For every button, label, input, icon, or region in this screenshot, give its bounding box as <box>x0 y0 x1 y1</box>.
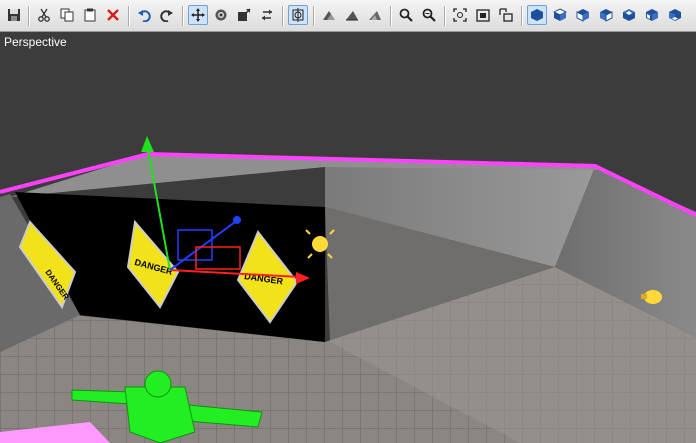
move-icon[interactable] <box>188 5 208 25</box>
terrain-icon[interactable] <box>319 5 339 25</box>
copy-icon[interactable] <box>57 5 77 25</box>
terrain-icon[interactable] <box>342 5 362 25</box>
snap-icon[interactable] <box>288 5 308 25</box>
cube-icon[interactable] <box>550 5 570 25</box>
cube-icon[interactable] <box>642 5 662 25</box>
restore-icon[interactable] <box>496 5 516 25</box>
terrain-icon[interactable] <box>365 5 385 25</box>
delete-icon[interactable] <box>103 5 123 25</box>
zoom-out-icon[interactable] <box>419 5 439 25</box>
save-icon[interactable] <box>4 5 24 25</box>
cube-icon[interactable] <box>573 5 593 25</box>
cube-icon[interactable] <box>619 5 639 25</box>
redo-icon[interactable] <box>157 5 177 25</box>
rotate-icon[interactable] <box>211 5 231 25</box>
cube-icon[interactable] <box>596 5 616 25</box>
cube-icon[interactable] <box>527 5 547 25</box>
perspective-viewport[interactable]: DANGER DANGER DANGER Perspective <box>0 32 696 443</box>
frame-icon[interactable] <box>450 5 470 25</box>
cut-icon[interactable] <box>34 5 54 25</box>
scene: DANGER DANGER DANGER <box>0 32 696 443</box>
cube-icon[interactable] <box>665 5 685 25</box>
viewport-label: Perspective <box>4 35 67 49</box>
mirror-icon[interactable] <box>257 5 277 25</box>
maximize-icon[interactable] <box>473 5 493 25</box>
scale-icon[interactable] <box>234 5 254 25</box>
undo-icon[interactable] <box>134 5 154 25</box>
main-toolbar <box>0 0 696 32</box>
zoom-in-icon[interactable] <box>396 5 416 25</box>
paste-icon[interactable] <box>80 5 100 25</box>
